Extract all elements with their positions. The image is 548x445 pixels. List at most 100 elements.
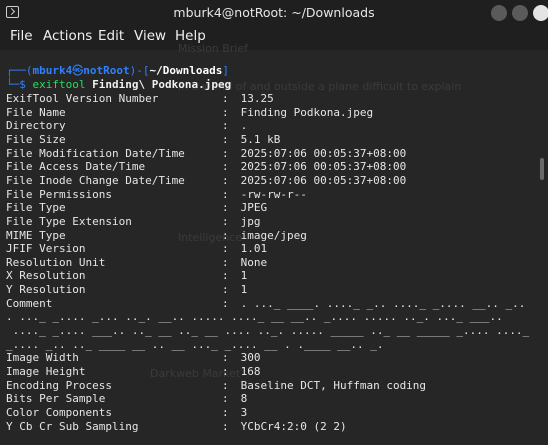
exif-separator: : [222, 201, 229, 215]
exif-value: Finding Podkona.jpeg [234, 105, 374, 119]
window-title: mburk4@notRoot: ~/Downloads [173, 5, 375, 20]
exif-row: File Type Extension: jpg [6, 215, 261, 229]
exif-separator: : [222, 119, 229, 133]
menu-view[interactable]: View [134, 28, 166, 44]
title-bar[interactable]: mburk4@notRoot: ~/Downloads [0, 0, 548, 26]
terminal-output[interactable]: Mission Brief In a world of and outside … [0, 42, 548, 445]
exif-key: Y Resolution [6, 283, 86, 297]
exif-value: YCbCr4:2:0 (2 2) [234, 419, 347, 433]
exif-key: File Type Extension [6, 214, 132, 228]
scrollbar[interactable] [540, 158, 544, 180]
exif-key: Y Cb Cr Sub Sampling [6, 419, 139, 433]
exif-separator: : [222, 132, 229, 146]
exif-row: Directory: . [6, 119, 247, 133]
prompt-line-2: └─$ exiftool Finding\ Podkona.jpeg [6, 78, 232, 91]
exif-key: MIME Type [6, 228, 66, 242]
exif-row: Comment: . ..._ ____. ...._ _.. ...._ _.… [6, 297, 525, 311]
exif-row: File Name: Finding Podkona.jpeg [6, 106, 373, 120]
exif-row: File Modification Date/Time: 2025:07:06 … [6, 147, 406, 161]
terminal-window: mburk4@notRoot: ~/Downloads File Actions… [0, 0, 548, 445]
exif-separator: : [222, 378, 229, 392]
exif-value: 13.25 [234, 92, 274, 105]
exif-separator: : [222, 228, 229, 242]
exif-value: . ..._ ____. ...._ _.. ...._ _.... __.. … [234, 296, 526, 310]
exif-key: Comment [6, 296, 53, 310]
exif-separator: : [222, 405, 229, 419]
close-button[interactable] [533, 5, 548, 21]
exif-separator: : [222, 242, 229, 256]
exif-row: Bits Per Sample: 8 [6, 392, 247, 406]
exif-value: 300 [234, 351, 261, 365]
comment-continuation-line: . ..._ _.... _... .._. __.. ..... ...._ … [6, 310, 503, 324]
exif-separator: : [222, 214, 229, 228]
exif-separator: : [222, 365, 229, 378]
exif-key: Directory [6, 119, 66, 133]
exif-value: image/jpeg [234, 228, 307, 242]
exif-row: File Access Date/Time: 2025:07:06 00:05:… [6, 160, 406, 174]
exif-value: 1 [234, 269, 248, 283]
minimize-button[interactable] [491, 5, 507, 21]
exif-separator: : [222, 392, 229, 406]
exif-separator: : [222, 105, 229, 119]
exif-separator: : [222, 255, 229, 269]
exif-value: JPEG [234, 201, 268, 215]
exif-row: Image Width: 300 [6, 351, 261, 365]
exif-key: Encoding Process [6, 378, 112, 392]
exif-row: Color Components: 3 [6, 406, 247, 420]
exif-row: ExifTool Version Number: 13.25 [6, 92, 274, 106]
exif-value: 2025:07:06 00:05:37+08:00 [234, 146, 407, 160]
exif-separator: : [222, 283, 229, 297]
exif-value: 5.1 kB [234, 132, 281, 146]
exif-key: File Inode Change Date/Time [6, 173, 185, 187]
exif-row: Y Cb Cr Sub Sampling: YCbCr4:2:0 (2 2) [6, 420, 347, 434]
exif-key: File Size [6, 132, 66, 146]
exif-key: File Access Date/Time [6, 160, 146, 174]
exif-row: X Resolution: 1 [6, 269, 247, 283]
exif-row: File Size: 5.1 kB [6, 133, 280, 147]
prompt-line-1: ┌──(mburk4㉿notRoot)-[~/Downloads] [6, 64, 229, 77]
menu-actions[interactable]: Actions [43, 28, 92, 44]
exif-value: -rw-rw-r-- [234, 187, 307, 201]
exif-value: 1 [234, 283, 248, 297]
exif-value: 8 [234, 392, 248, 406]
exif-separator: : [222, 419, 229, 433]
exif-key: X Resolution [6, 269, 86, 283]
comment-continuation-line: ...._ _.... ___.. .._ __ .._ __ .... .._… [6, 324, 530, 338]
exif-row: File Type: JPEG [6, 201, 267, 215]
prompt-symbol: ㉿ [72, 64, 84, 77]
exif-value: 2025:07:06 00:05:37+08:00 [234, 160, 407, 174]
exif-separator: : [222, 296, 229, 310]
maximize-button[interactable] [512, 5, 528, 21]
menu-edit[interactable]: Edit [98, 28, 124, 44]
comment-continuation-line: _.... _.. .._ ____ __ .. __ ..._ _.... _… [6, 337, 384, 351]
exif-separator: : [222, 351, 229, 365]
exif-value: None [234, 255, 268, 269]
prompt-host: notRoot [83, 64, 130, 77]
exif-value: 168 [234, 365, 261, 378]
exif-row: Image Height: 168 [6, 365, 261, 379]
exif-key: File Permissions [6, 187, 112, 201]
exif-key: Bits Per Sample [6, 392, 106, 406]
exif-key: Resolution Unit [6, 255, 106, 269]
exif-key: Color Components [6, 405, 112, 419]
exif-row: File Inode Change Date/Time: 2025:07:06 … [6, 174, 406, 188]
exif-value: 1.01 [234, 242, 268, 256]
exif-separator: : [222, 173, 229, 187]
exif-value: . [234, 119, 248, 133]
exif-key: File Modification Date/Time [6, 146, 185, 160]
exif-separator: : [222, 92, 229, 105]
exif-row: File Permissions: -rw-rw-r-- [6, 188, 307, 202]
exif-separator: : [222, 146, 229, 160]
exif-row: JFIF Version: 1.01 [6, 242, 267, 256]
exif-key: File Type [6, 201, 66, 215]
menu-bar: File Actions Edit View Help [0, 26, 548, 50]
exif-row: Resolution Unit: None [6, 256, 267, 270]
command-name: exiftool [32, 78, 86, 91]
exif-separator: : [222, 187, 229, 201]
exif-row: Encoding Process: Baseline DCT, Huffman … [6, 379, 426, 393]
exif-separator: : [222, 160, 229, 174]
menu-file[interactable]: File [10, 28, 33, 44]
exif-key: JFIF Version [6, 242, 86, 256]
ghost-mission-brief: Mission Brief [178, 42, 249, 55]
exif-key: Image Width [6, 351, 79, 365]
